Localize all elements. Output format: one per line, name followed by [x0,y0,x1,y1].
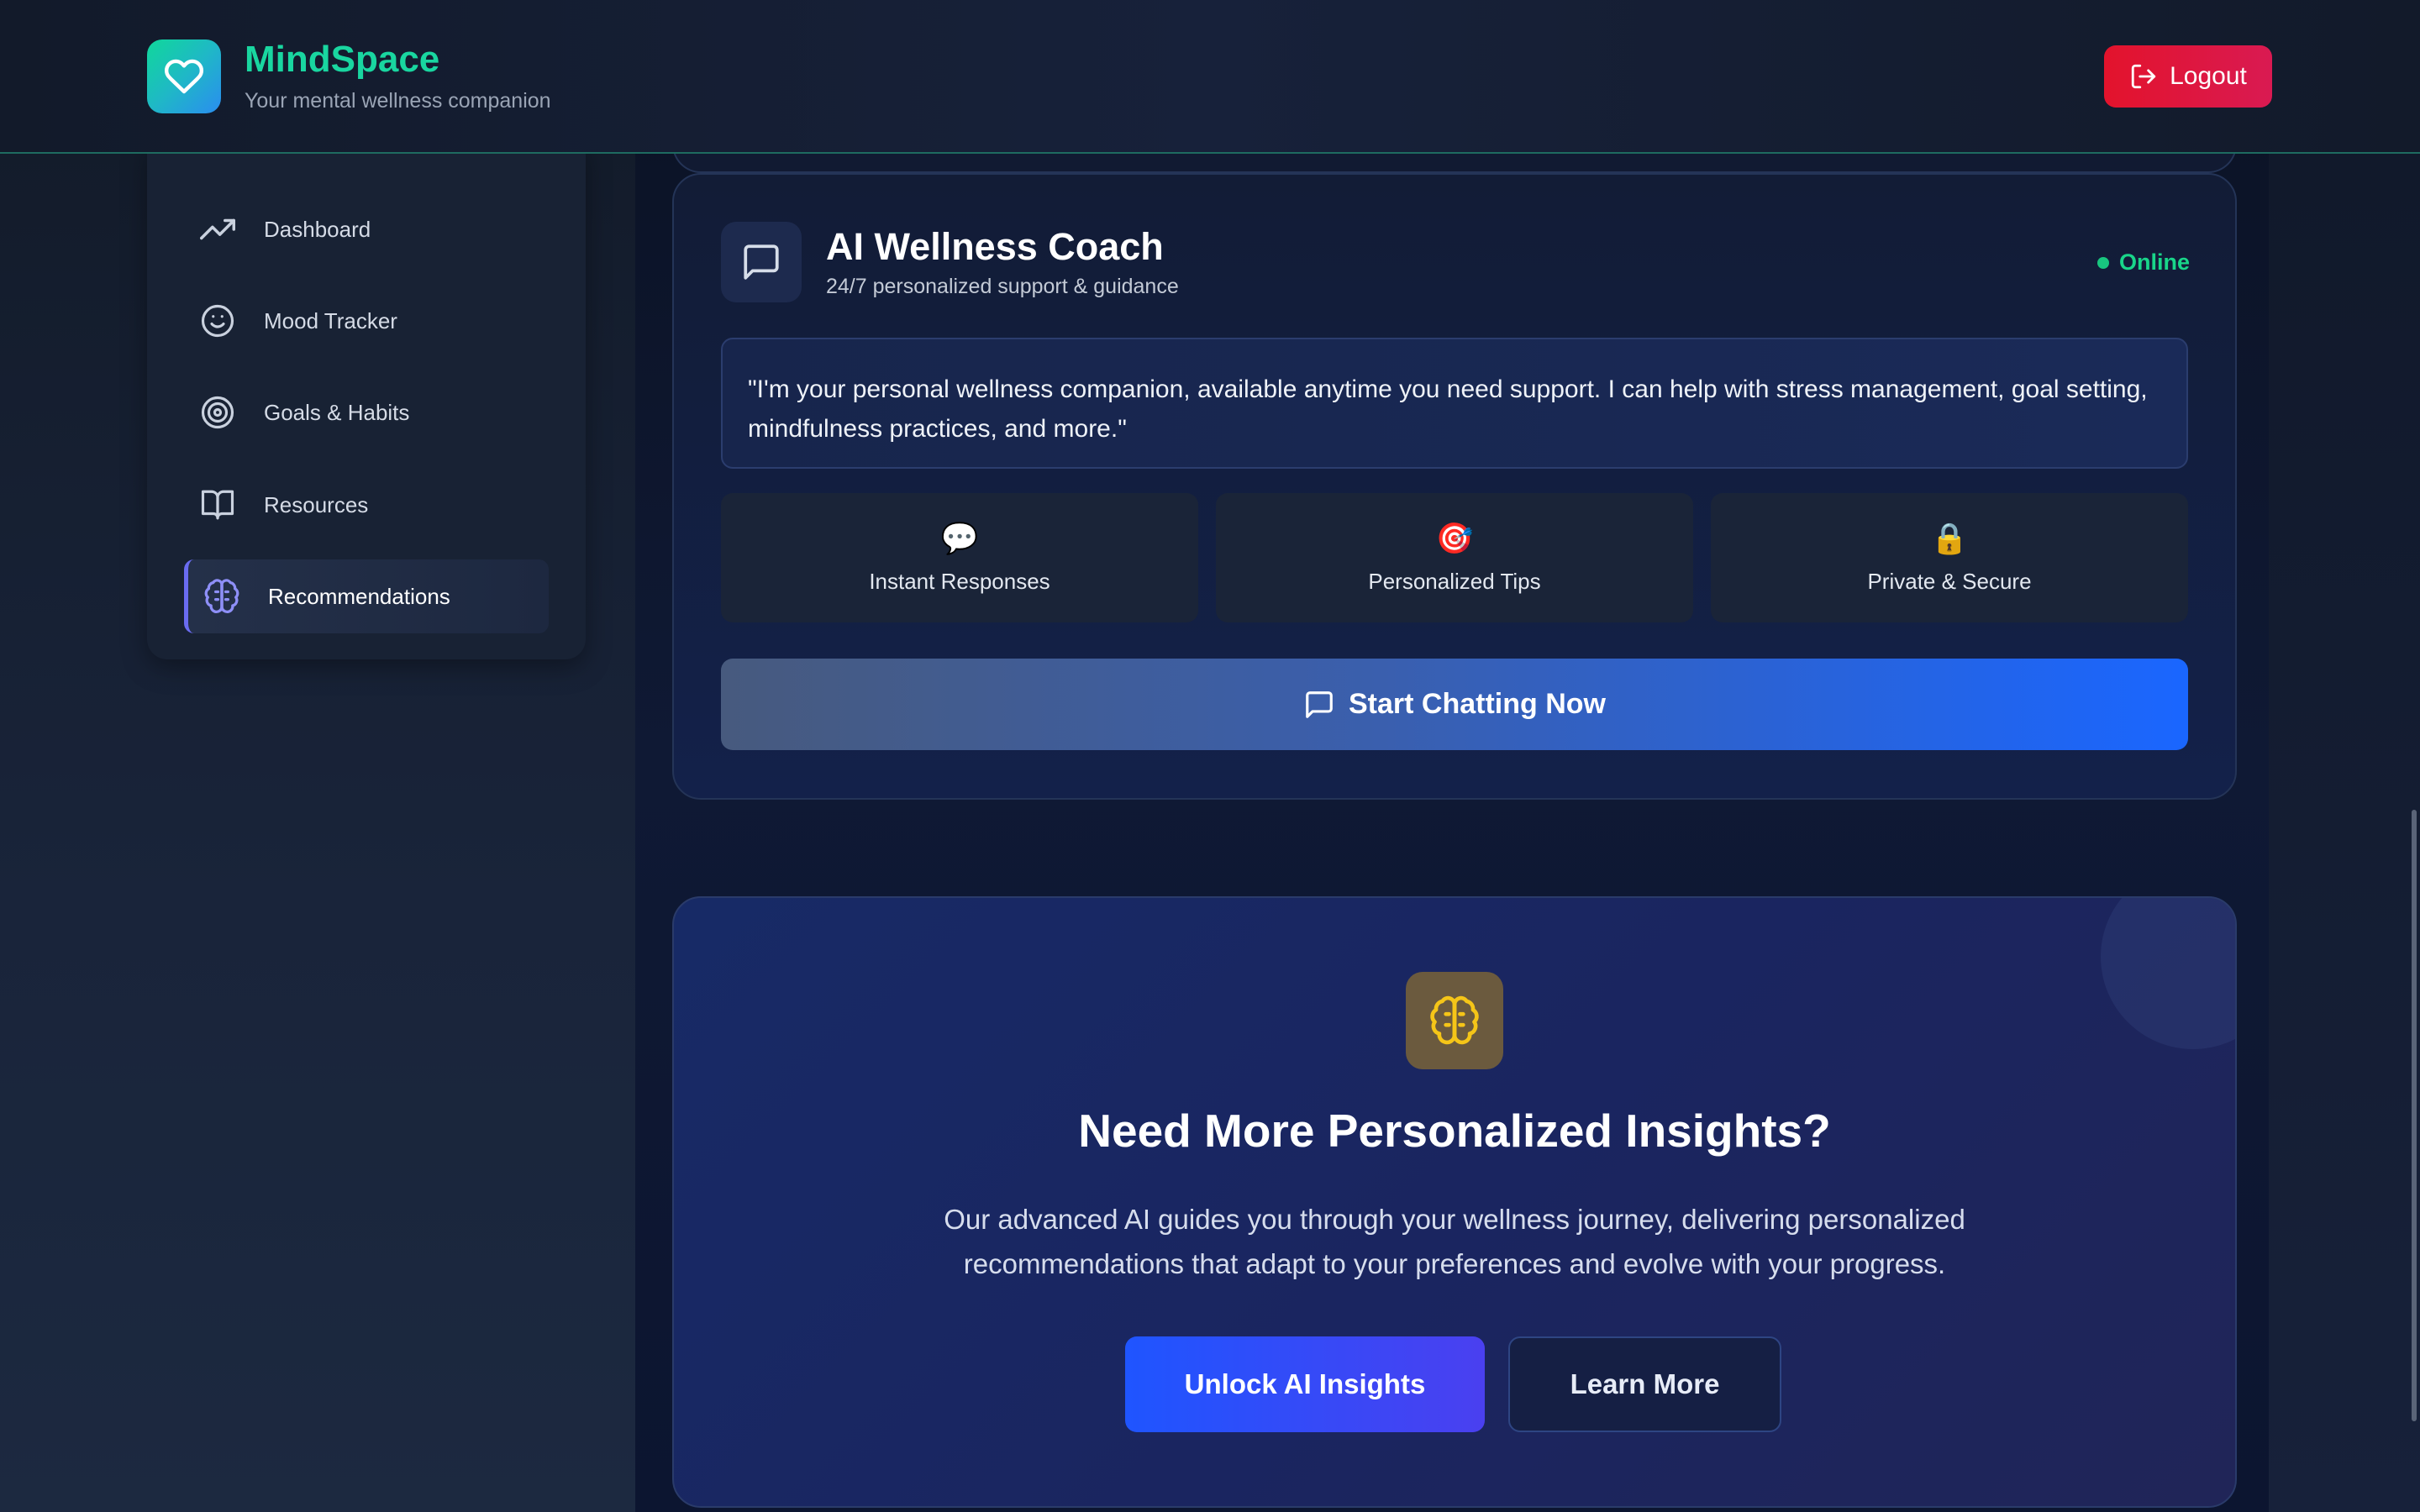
status-label: Online [2119,249,2191,275]
sidebar-item-resources[interactable]: Resources [184,468,549,542]
sidebar-item-label: Goals & Habits [264,399,410,425]
chat-bubble-icon [721,222,802,302]
feature-instant-responses: 💬 Instant Responses [721,493,1198,622]
sidebar-item-label: Resources [264,491,369,517]
scrollbar-thumb[interactable] [2412,810,2417,1421]
coach-quote: "I'm your personal wellness companion, a… [721,338,2188,469]
sidebar-item-mood-tracker[interactable]: Mood Tracker [184,284,549,358]
logout-button[interactable]: Logout [2104,45,2272,108]
insights-title: Need More Personalized Insights? [1078,1105,1831,1157]
brand-name[interactable]: MindSpace [245,39,439,81]
start-chatting-button[interactable]: Start Chatting Now [721,659,2188,750]
sidebar: Dashboard Mood Tracker Goals & Habits Re… [147,143,586,659]
message-square-icon [1306,690,1333,718]
target-dart-icon: 🎯 [1435,521,1474,555]
feature-private-secure: 🔒 Private & Secure [1711,493,2188,622]
sidebar-item-label: Dashboard [264,216,371,242]
logout-icon [2131,64,2156,89]
insights-description: Our advanced AI guides you through your … [944,1204,1965,1279]
coach-subtitle: 24/7 personalized support & guidance [826,275,1179,298]
logout-label: Logout [2170,62,2247,90]
start-chatting-label: Start Chatting Now [1349,688,1606,720]
trending-up-icon [197,209,238,249]
heart-icon [164,59,203,94]
unlock-ai-insights-button[interactable]: Unlock AI Insights [1125,1336,1485,1432]
online-dot-icon [2097,256,2109,269]
logo[interactable] [147,39,221,113]
brand-tagline: Your mental wellness companion [245,89,551,113]
smile-icon [197,301,238,341]
feature-label: Personalized Tips [1368,569,1541,594]
brain-icon [202,576,242,617]
sidebar-item-recommendations[interactable]: Recommendations [184,559,549,633]
speech-bubble-icon: 💬 [940,521,979,555]
sidebar-item-label: Mood Tracker [264,307,397,333]
sidebar-item-label: Recommendations [268,583,450,609]
status-badge: Online [2097,249,2190,276]
book-icon [197,485,238,525]
app-header: MindSpace Your mental wellness companion… [0,0,2420,154]
brain-icon [1406,972,1503,1069]
feature-label: Instant Responses [869,569,1050,594]
coach-title: AI Wellness Coach [826,225,1164,268]
right-gutter [2269,0,2420,1512]
sidebar-item-goals-habits[interactable]: Goals & Habits [184,375,549,449]
target-icon [197,392,238,433]
lock-icon: 🔒 [1930,521,1969,555]
feature-label: Private & Secure [1867,569,2032,594]
decorative-glow [2101,898,2235,1049]
learn-more-button[interactable]: Learn More [1508,1336,1781,1432]
feature-personalized-tips: 🎯 Personalized Tips [1216,493,1693,622]
sidebar-item-dashboard[interactable]: Dashboard [184,192,549,266]
